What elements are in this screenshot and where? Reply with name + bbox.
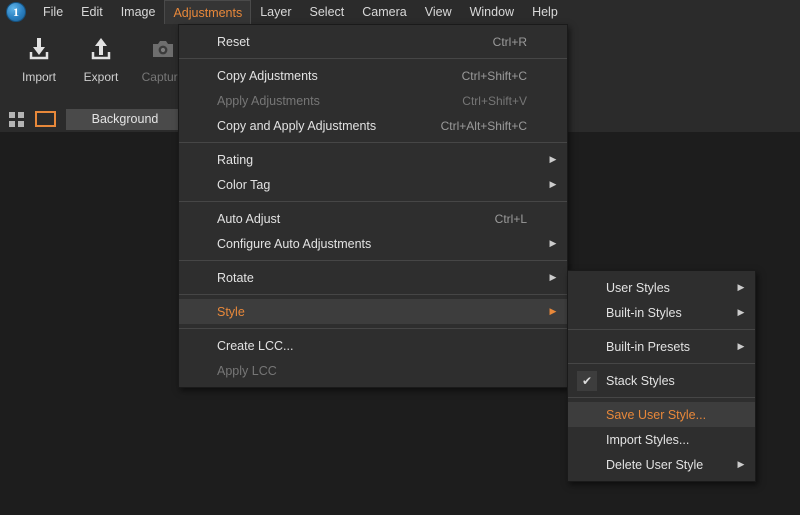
menu-separator: [179, 142, 567, 143]
menu-bar-item-window[interactable]: Window: [461, 0, 523, 24]
style-submenu: User Styles ▶ Built-in Styles ▶ Built-in Pre…: [567, 270, 756, 482]
menu-item-built-in-presets[interactable]: Built-in Presets ▶: [568, 334, 755, 359]
menu-item-color-tag[interactable]: Color Tag ▶: [179, 172, 567, 197]
checkmark-icon: ✔: [568, 370, 606, 391]
toolbar-button-group: Import Export Capture: [8, 24, 194, 106]
menu-item-rating[interactable]: Rating ▶: [179, 147, 567, 172]
menu-item-label: Rating: [217, 152, 254, 167]
toolbar-button-export[interactable]: Export: [70, 34, 132, 83]
camera-icon: [149, 34, 177, 64]
menu-item-label: Reset: [217, 34, 250, 49]
toolbar-label-import: Import: [21, 70, 56, 84]
menu-item-shortcut: Ctrl+Shift+V: [462, 93, 527, 108]
menu-item-label: Delete User Style: [606, 457, 704, 472]
adjustments-dropdown-menu: Reset Ctrl+R Copy Adjustments Ctrl+Shift+C A…: [178, 24, 568, 388]
app-logo-icon[interactable]: 1: [6, 2, 26, 22]
import-download-arrow-icon: [25, 34, 53, 64]
menu-item-style[interactable]: Style ▶: [179, 299, 567, 324]
submenu-arrow-icon: ▶: [737, 341, 745, 351]
menu-item-label: Rotate: [217, 270, 254, 285]
submenu-arrow-icon: ▶: [737, 307, 745, 317]
toolbar-label-export: Export: [83, 70, 119, 84]
menu-item-label: Create LCC...: [217, 338, 294, 353]
menu-item-delete-user-style[interactable]: Delete User Style ▶: [568, 452, 755, 477]
menu-item-label: Apply LCC: [217, 363, 277, 378]
menu-bar-item-file[interactable]: File: [34, 0, 72, 24]
menu-item-label: Import Styles...: [606, 432, 690, 447]
menu-item-auto-adjust[interactable]: Auto Adjust Ctrl+L: [179, 206, 567, 231]
menu-separator: [568, 397, 755, 398]
menu-bar-item-camera[interactable]: Camera: [353, 0, 415, 24]
submenu-arrow-icon: ▶: [549, 306, 557, 316]
menu-item-shortcut: Ctrl+R: [492, 34, 527, 49]
submenu-arrow-icon: ▶: [549, 154, 557, 164]
menu-item-copy-and-apply-adjustments[interactable]: Copy and Apply Adjustments Ctrl+Alt+Shift…: [179, 113, 567, 138]
selected-layer-icon[interactable]: [35, 111, 56, 127]
submenu-arrow-icon: ▶: [549, 179, 557, 189]
menu-item-label: Built-in Presets: [606, 339, 691, 354]
menu-item-copy-adjustments[interactable]: Copy Adjustments Ctrl+Shift+C: [179, 63, 567, 88]
menu-item-create-lcc[interactable]: Create LCC...: [179, 333, 567, 358]
menu-item-save-user-style[interactable]: Save User Style...: [568, 402, 755, 427]
menu-item-label: Style: [217, 304, 245, 319]
menu-item-label: Apply Adjustments: [217, 93, 320, 108]
menu-separator: [179, 58, 567, 59]
submenu-arrow-icon: ▶: [549, 238, 557, 248]
menu-item-shortcut: Ctrl+Shift+C: [461, 68, 527, 83]
checkmark-glyph: ✔: [577, 370, 597, 391]
menu-separator: [568, 329, 755, 330]
menu-separator: [179, 328, 567, 329]
export-upload-arrow-icon: [87, 34, 115, 64]
menu-item-apply-lcc[interactable]: Apply LCC: [179, 358, 567, 383]
menu-item-configure-auto-adjustments[interactable]: Configure Auto Adjustments ▶: [179, 231, 567, 256]
menu-bar-item-adjustments[interactable]: Adjustments: [164, 0, 252, 24]
menu-separator: [179, 260, 567, 261]
menu-item-rotate[interactable]: Rotate ▶: [179, 265, 567, 290]
toolbar-button-import[interactable]: Import: [8, 34, 70, 83]
layer-tab-background[interactable]: Background: [66, 108, 184, 130]
menu-item-label: Auto Adjust: [217, 211, 281, 226]
app-logo-text: 1: [13, 5, 19, 19]
menu-bar-items: File Edit Image Adjustments Layer Select Camer…: [34, 0, 567, 24]
menu-item-label: User Styles: [606, 280, 670, 295]
grid-view-icon[interactable]: [9, 111, 24, 127]
menu-item-shortcut: Ctrl+L: [494, 211, 527, 226]
menu-item-label: Stack Styles: [606, 373, 675, 388]
menu-separator: [179, 294, 567, 295]
menu-bar-item-layer[interactable]: Layer: [251, 0, 300, 24]
submenu-arrow-icon: ▶: [737, 282, 745, 292]
application-window: 1 File Edit Image Adjustments Layer Select Cam…: [0, 0, 800, 515]
menu-item-import-styles[interactable]: Import Styles...: [568, 427, 755, 452]
menu-item-stack-styles[interactable]: ✔ Stack Styles: [568, 368, 755, 393]
menu-item-label: Copy and Apply Adjustments: [217, 118, 377, 133]
menu-item-built-in-styles[interactable]: Built-in Styles ▶: [568, 300, 755, 325]
menu-item-label: Built-in Styles: [606, 305, 682, 320]
menu-item-apply-adjustments[interactable]: Apply Adjustments Ctrl+Shift+V: [179, 88, 567, 113]
menu-item-label: Configure Auto Adjustments: [217, 236, 372, 251]
menu-bar-item-edit[interactable]: Edit: [72, 0, 112, 24]
submenu-arrow-icon: ▶: [737, 459, 745, 469]
menu-item-user-styles[interactable]: User Styles ▶: [568, 275, 755, 300]
menu-bar-item-image[interactable]: Image: [112, 0, 165, 24]
menu-item-label: Copy Adjustments: [217, 68, 318, 83]
menu-bar: 1 File Edit Image Adjustments Layer Select Cam…: [0, 0, 800, 24]
menu-item-shortcut: Ctrl+Alt+Shift+C: [440, 118, 527, 133]
menu-item-reset[interactable]: Reset Ctrl+R: [179, 29, 567, 54]
menu-item-label: Color Tag: [217, 177, 271, 192]
menu-bar-item-view[interactable]: View: [416, 0, 461, 24]
menu-item-label: Save User Style...: [606, 407, 707, 422]
submenu-arrow-icon: ▶: [549, 272, 557, 282]
menu-separator: [568, 363, 755, 364]
menu-bar-item-help[interactable]: Help: [523, 0, 567, 24]
menu-separator: [179, 201, 567, 202]
menu-bar-item-select[interactable]: Select: [301, 0, 354, 24]
